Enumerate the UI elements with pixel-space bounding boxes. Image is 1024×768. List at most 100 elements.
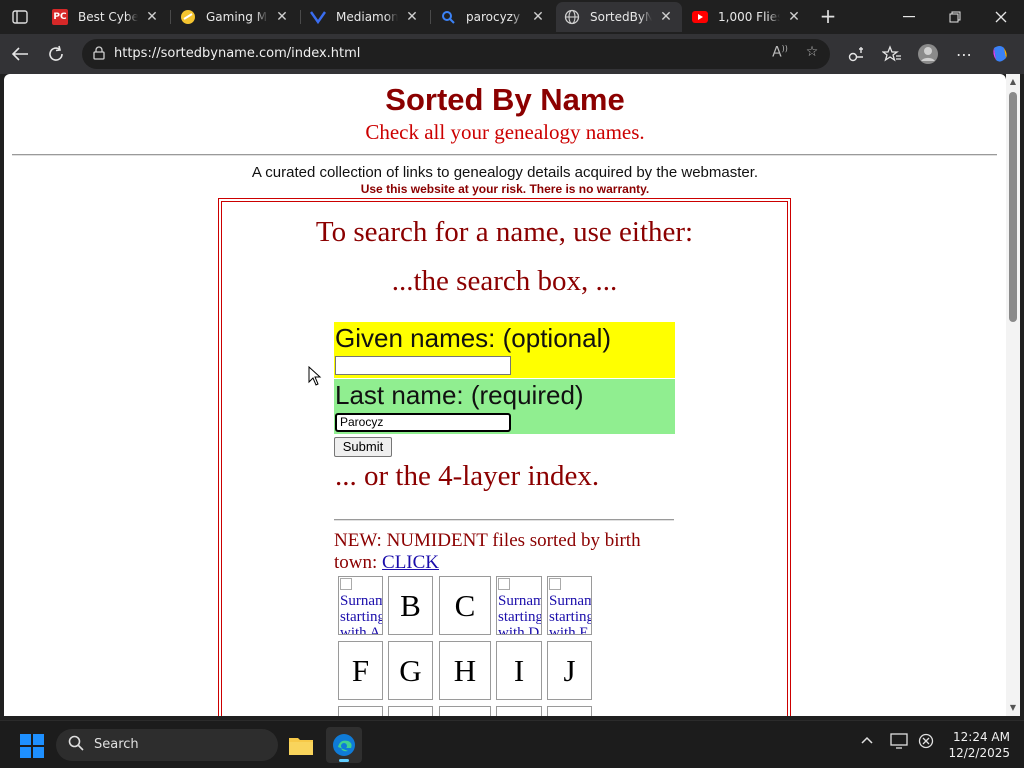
minimize-icon[interactable] bbox=[886, 0, 932, 34]
active-app-indicator bbox=[339, 759, 349, 762]
index-cell-row3[interactable] bbox=[439, 706, 491, 716]
last-name-label: Last name: (required) bbox=[335, 380, 584, 410]
site-subtitle: Check all your genealogy names. bbox=[365, 120, 645, 144]
search-box-line: ...the search box, ... bbox=[391, 265, 618, 297]
tab-separator bbox=[300, 10, 301, 24]
show-hidden-icons-chevron-icon[interactable] bbox=[860, 733, 874, 749]
favorite-star-icon[interactable]: ☆ bbox=[802, 44, 822, 64]
mouse-cursor-icon bbox=[308, 366, 322, 386]
index-cell-alt-text: Surnames starting with A bbox=[340, 593, 383, 635]
index-cell-h[interactable]: H bbox=[439, 641, 491, 700]
close-window-icon[interactable] bbox=[978, 0, 1024, 34]
tab-close-icon[interactable]: ✕ bbox=[658, 9, 674, 25]
index-cell-j[interactable]: J bbox=[547, 641, 592, 700]
globe-icon bbox=[564, 9, 580, 25]
index-cell-row3[interactable] bbox=[496, 706, 542, 716]
favorites-icon[interactable] bbox=[878, 40, 906, 68]
or-index-line: ... or the 4-layer index. bbox=[335, 460, 600, 492]
taskbar-search-label: Search bbox=[94, 737, 139, 752]
page-viewport: Sorted By Name Check all your genealogy … bbox=[4, 74, 1006, 716]
tab-4[interactable]: parocyzy - Search ✕ bbox=[432, 2, 554, 32]
browser-toolbar: https://sortedbyname.com/index.html A)) … bbox=[0, 34, 1024, 74]
index-cell-a[interactable]: Surnames starting with A bbox=[338, 576, 383, 635]
tab-1[interactable]: PC Best Cyber Monday ✕ bbox=[44, 2, 168, 32]
broken-image-icon bbox=[340, 578, 352, 590]
broken-image-icon bbox=[549, 578, 561, 590]
site-info-icon[interactable] bbox=[92, 46, 108, 62]
tab-close-icon[interactable]: ✕ bbox=[786, 9, 802, 25]
tab-3[interactable]: Mediamonde ✕ bbox=[302, 2, 428, 32]
index-cell-row3[interactable] bbox=[338, 706, 383, 716]
given-names-label: Given names: (optional) bbox=[335, 323, 612, 353]
windows-start-icon[interactable] bbox=[20, 734, 44, 758]
search-icon bbox=[68, 735, 84, 755]
scrollbar-thumb[interactable] bbox=[1009, 92, 1017, 322]
read-aloud-icon[interactable]: A)) bbox=[770, 44, 790, 64]
given-names-input[interactable] bbox=[335, 356, 511, 375]
clock-time: 12:24 AM bbox=[953, 730, 1010, 744]
network-display-icon[interactable] bbox=[890, 733, 908, 753]
tab-close-icon[interactable]: ✕ bbox=[404, 9, 420, 25]
page-scrollbar[interactable]: ▲ ▼ bbox=[1006, 74, 1020, 716]
tab-strip: PC Best Cyber Monday ✕ Gaming Mouse ✕ Me… bbox=[0, 0, 1024, 34]
index-cell-alt-text: Surnames starting with E bbox=[549, 593, 592, 635]
profile-avatar-icon[interactable] bbox=[914, 40, 942, 68]
search-favicon-icon bbox=[440, 9, 456, 25]
copilot-icon[interactable] bbox=[986, 40, 1014, 68]
index-cell-g[interactable]: G bbox=[388, 641, 433, 700]
volume-muted-icon[interactable] bbox=[918, 733, 934, 753]
index-cell-i[interactable]: I bbox=[496, 641, 542, 700]
submit-button[interactable]: Submit bbox=[334, 437, 392, 457]
back-arrow-icon[interactable] bbox=[6, 40, 34, 68]
settings-more-icon[interactable]: ⋯ bbox=[950, 40, 978, 68]
restore-icon[interactable] bbox=[932, 0, 978, 34]
index-cell-c[interactable]: C bbox=[439, 576, 491, 635]
divider bbox=[12, 154, 997, 156]
clock-date: 12/2/2025 bbox=[948, 746, 1010, 760]
index-cell-b[interactable]: B bbox=[388, 576, 433, 635]
scroll-up-icon[interactable]: ▲ bbox=[1009, 78, 1017, 86]
browser-essentials-icon[interactable] bbox=[842, 40, 870, 68]
index-cell-alt-text: Surnames starting with D bbox=[498, 593, 542, 635]
last-name-input[interactable]: Parocyz bbox=[335, 413, 511, 432]
tab-separator bbox=[170, 10, 171, 24]
numident-notice: NEW: NUMIDENT files sorted by birth town… bbox=[334, 530, 679, 574]
index-cell-d[interactable]: Surnames starting with D bbox=[496, 576, 542, 635]
search-heading: To search for a name, use either: bbox=[315, 216, 694, 248]
address-bar[interactable]: https://sortedbyname.com/index.html A)) … bbox=[82, 39, 830, 69]
tab-close-icon[interactable]: ✕ bbox=[530, 9, 546, 25]
tab-title: Gaming Mouse bbox=[206, 10, 268, 24]
tab-title: Mediamonde bbox=[336, 10, 398, 24]
index-cell-row3[interactable] bbox=[547, 706, 592, 716]
taskbar-search-box[interactable]: Search bbox=[56, 729, 278, 761]
youtube-icon bbox=[692, 9, 708, 25]
index-cell-f[interactable]: F bbox=[338, 641, 383, 700]
taskbar: Search 12:24 AM 12/2/2025 bbox=[0, 720, 1024, 768]
refresh-icon[interactable] bbox=[42, 40, 70, 68]
system-clock[interactable]: 12:24 AM 12/2/2025 bbox=[940, 729, 1010, 761]
new-tab-plus-icon[interactable]: + bbox=[816, 5, 840, 29]
curated-text: A curated collection of links to genealo… bbox=[251, 164, 759, 181]
index-cell-row3[interactable] bbox=[388, 706, 433, 716]
mediamonde-favicon-icon bbox=[310, 9, 326, 25]
tab-6[interactable]: 1,000 Flies vs ✕ bbox=[684, 2, 810, 32]
warranty-warning: Use this website at your risk. There is … bbox=[360, 182, 650, 196]
tab-close-icon[interactable]: ✕ bbox=[274, 9, 290, 25]
given-names-section: Given names: (optional) bbox=[334, 322, 675, 378]
broken-image-icon bbox=[498, 578, 510, 590]
tab-5-active[interactable]: SortedByName ✕ bbox=[556, 2, 682, 32]
numident-text: NEW: NUMIDENT files sorted by birth town… bbox=[334, 530, 641, 573]
file-explorer-icon[interactable] bbox=[283, 727, 319, 763]
tab-close-icon[interactable]: ✕ bbox=[144, 9, 160, 25]
site-title: Sorted By Name bbox=[385, 82, 625, 117]
tab-2[interactable]: Gaming Mouse ✕ bbox=[172, 2, 298, 32]
numident-click-link[interactable]: CLICK bbox=[382, 552, 439, 573]
tab-title: Best Cyber Monday bbox=[78, 10, 138, 24]
tab-title: 1,000 Flies vs bbox=[718, 10, 780, 24]
tab-actions-icon[interactable] bbox=[8, 6, 32, 28]
edge-taskbar-icon[interactable] bbox=[326, 727, 362, 763]
gaming-favicon-icon bbox=[180, 9, 196, 25]
index-cell-e[interactable]: Surnames starting with E bbox=[547, 576, 592, 635]
scroll-down-icon[interactable]: ▼ bbox=[1009, 704, 1017, 712]
divider bbox=[334, 519, 674, 521]
